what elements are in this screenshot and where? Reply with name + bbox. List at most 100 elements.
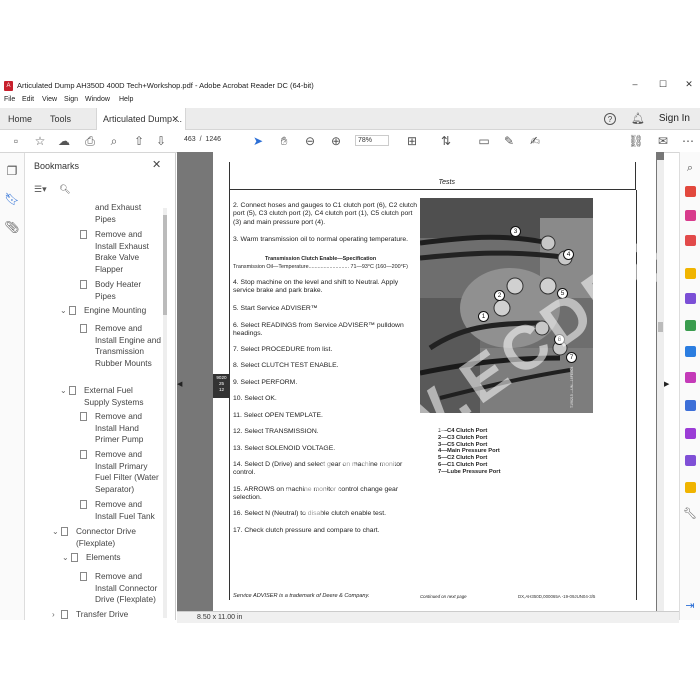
page-border-right [636,190,637,600]
total-pages: 1246 [205,136,221,143]
transmission-ports-photo: 3 4 2 5 1 6 7 T196215 —UN—16FEB04 [420,198,593,413]
bookmark-options-dropdown-icon[interactable]: ☰▾ [34,184,47,194]
bookmark-item[interactable]: Body Heater Pipes [80,279,161,302]
zoom-search-icon[interactable]: ⌕ [106,133,122,149]
bookmark-item[interactable]: ⌄ Engine Mounting [60,305,164,317]
comment-tool-icon[interactable] [685,268,696,279]
chevron-down-icon[interactable]: ⌄ [60,305,67,317]
menu-edit[interactable]: Edit [22,96,34,103]
create-pdf-tool-icon[interactable] [685,210,696,221]
sign-in-button[interactable]: Sign In [659,108,690,130]
page-up-icon[interactable]: ⇧ [131,133,147,149]
zoom-out-icon[interactable]: ⊖ [302,133,318,149]
bookmark-page-icon [61,527,68,536]
bookmark-item[interactable]: ⌄ Connector Drive (Flexplate) [52,526,162,549]
chevron-down-icon[interactable]: ⌄ [52,526,59,538]
bookmark-star-icon[interactable]: ☆ [32,133,48,149]
zoom-level-dropdown[interactable]: 78% [355,135,389,146]
print-icon[interactable]: ⎙ [82,133,98,149]
bookmark-item[interactable]: Remove and Install Primary Fuel Filter (… [80,449,161,495]
procedure-step: 2. Connect hoses and gauges to C1 clutch… [233,202,417,226]
section-side-tab: 9020 25 12 [213,374,230,398]
upload-cloud-icon[interactable]: ☁ [56,133,72,149]
bookmark-item[interactable]: Remove and Install Engine and Transmissi… [80,323,161,369]
document-vertical-scrollbar[interactable] [657,160,664,615]
maximize-button[interactable]: ☐ [656,79,670,90]
menu-file[interactable]: File [4,96,15,103]
menu-help[interactable]: Help [119,96,133,103]
page-thumbnails-icon[interactable]: ❐ [4,163,20,179]
fill-sign-icon[interactable] [685,372,696,383]
page-header-title: Tests [438,179,455,186]
bookmarks-panel-icon[interactable]: 🔖︎ [4,191,20,207]
procedure-step: 11. Select OPEN TEMPLATE. [233,412,323,419]
bookmark-item[interactable]: and Exhaust Pipes [95,204,155,224]
document-scrollbar-thumb[interactable] [658,322,663,332]
email-icon[interactable]: ✉ [655,133,671,149]
tab-home[interactable]: Home [8,108,32,130]
acrobat-app-icon: A [4,81,13,91]
highlight-pen-icon[interactable]: ✎ [501,133,517,149]
scan-ocr-icon[interactable] [685,346,696,357]
legend-item: 7—Lube Pressure Port [438,468,501,475]
sign-pen-icon[interactable]: ✍︎ [527,133,543,149]
bookmark-options: ☰▾ 🔍︎ [34,184,71,195]
collapse-tools-arrow-icon[interactable]: ⇥ [682,598,698,614]
close-tab-icon[interactable]: ✕ [171,108,179,130]
comment-icon[interactable]: ▭ [476,133,492,149]
hand-tool-icon[interactable]: ✋︎ [276,133,292,149]
protect-shield-icon[interactable] [685,400,696,411]
bookmark-item[interactable]: ⌄ Elements [62,552,162,564]
chevron-right-icon[interactable]: › [52,609,55,621]
scroll-mode-icon[interactable]: ⇅ [438,133,454,149]
bookmark-item[interactable]: Remove and Install Connector Drive (Flex… [80,571,163,606]
bookmark-item[interactable]: › Transfer Drive [52,609,162,621]
search-tool-icon[interactable]: ⌕ [682,160,698,176]
bookmark-item[interactable]: Remove and Install Hand Primer Pump [80,411,161,446]
find-bookmark-icon[interactable]: 🔍︎ [59,184,70,194]
combine-files-icon[interactable] [685,293,696,304]
share-link-icon[interactable]: ⛓︎ [628,133,644,149]
tab-document[interactable]: Articulated Dump ... ✕ [96,108,186,130]
bookmark-item[interactable]: Remove and Install Exhaust Brake Valve F… [80,229,161,275]
title-bar: A Articulated Dump AH350D 400D Tech+Work… [0,78,700,94]
more-options-icon[interactable]: ⋯ [680,133,696,149]
zoom-in-icon[interactable]: ⊕ [328,133,344,149]
bookmark-item[interactable]: ⌄ External Fuel Supply Systems [60,385,160,408]
legend-item: 2—C3 Clutch Port [438,434,488,441]
prepare-form-icon[interactable] [685,428,696,439]
close-bookmarks-icon[interactable]: ✕ [152,158,161,171]
collapse-right-panel-icon[interactable]: ▶ [664,380,669,388]
notifications-bell-icon[interactable]: 🔔︎ [630,111,646,127]
bookmark-item[interactable]: Remove and Install Fuel Tank [80,499,161,522]
tab-tools[interactable]: Tools [50,108,71,130]
minimize-button[interactable]: – [628,79,642,89]
export-pdf-icon[interactable] [685,186,696,197]
send-for-comments-icon[interactable] [685,482,696,493]
bookmark-page-icon [61,610,68,619]
procedure-step: 10. Select OK. [233,395,277,402]
edit-pdf-icon[interactable] [685,235,696,246]
legend-item: 5—C2 Clutch Port [438,455,488,462]
page-down-icon[interactable]: ⇩ [153,133,169,149]
attachments-paperclip-icon[interactable]: 📎︎ [4,219,20,235]
organize-pages-icon[interactable] [685,320,696,331]
more-tools-wrench-icon[interactable]: 🔧︎ [682,506,698,522]
bookmarks-scrollbar-thumb[interactable] [163,215,167,315]
menu-view[interactable]: View [42,96,57,103]
collapse-left-panel-icon[interactable]: ◀ [177,380,182,388]
help-icon[interactable]: ? [604,113,616,125]
select-cursor-icon[interactable]: ➤ [250,133,266,149]
chevron-down-icon[interactable]: ⌄ [62,552,69,564]
current-page-input[interactable]: 463 [184,136,196,143]
menu-sign[interactable]: Sign [64,96,78,103]
close-window-button[interactable]: ✕ [682,79,696,90]
page-fit-icon[interactable]: ⊞ [404,133,420,149]
chevron-down-icon[interactable]: ⌄ [60,385,67,397]
pdf-page: Tests 9020 25 12 2. Connect hoses and ga… [213,114,700,612]
menu-window[interactable]: Window [85,96,110,103]
create-pdf-icon[interactable]: ▫ [8,133,24,149]
request-signature-icon[interactable] [685,455,696,466]
tab-bar: Home Tools Articulated Dump ... ✕ ? 🔔︎ S… [0,108,700,130]
main-toolbar: ▫ ☆ ☁ ⎙ ⌕ ⇧ ⇩ 463 / 1246 ➤ ✋︎ ⊖ ⊕ 78% ⊞ … [0,130,700,153]
